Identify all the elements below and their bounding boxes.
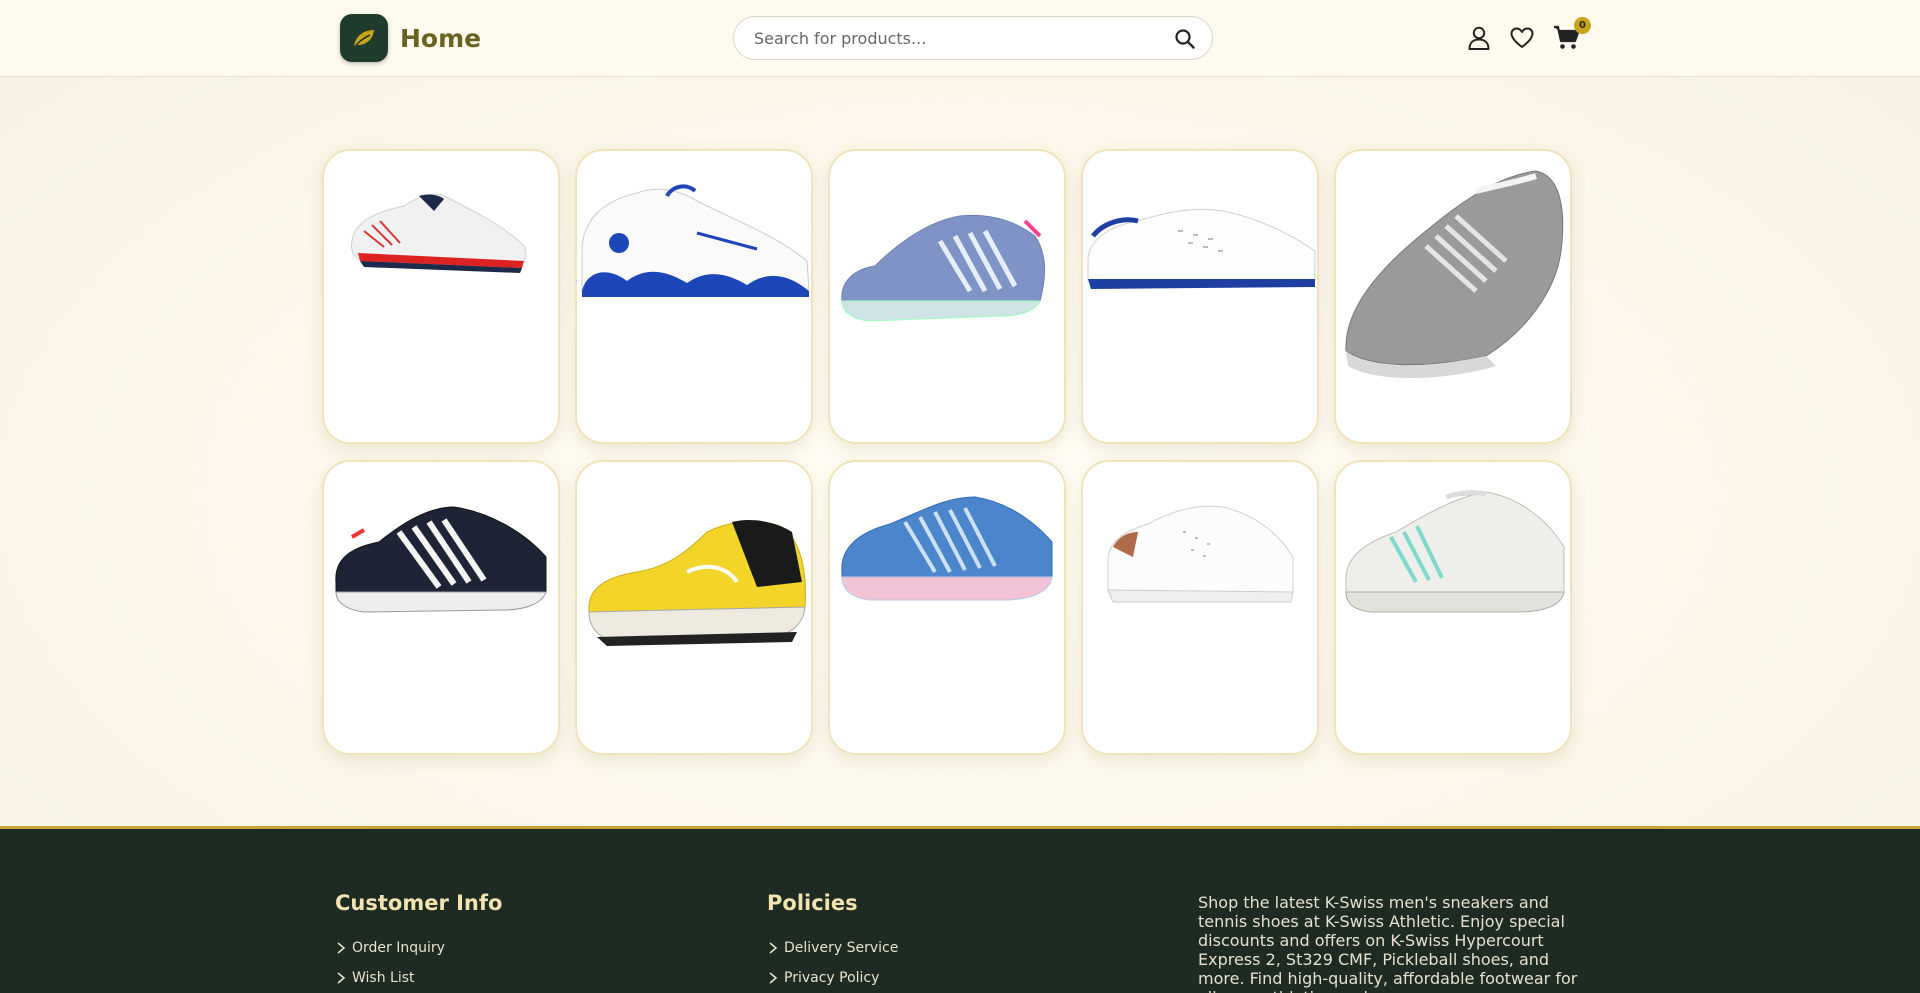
link-label: Privacy Policy	[784, 970, 880, 986]
chevron-right-icon	[337, 942, 346, 954]
customer-info-heading: Customer Info	[335, 891, 503, 915]
product-card[interactable]	[575, 149, 813, 444]
home-logo-link[interactable]: Home	[340, 14, 481, 62]
product-card[interactable]	[1334, 460, 1572, 755]
product-image	[841, 496, 1053, 601]
heart-icon[interactable]	[1509, 25, 1535, 51]
product-card[interactable]	[1334, 149, 1572, 444]
chevron-right-icon	[769, 972, 778, 984]
chevron-right-icon	[337, 972, 346, 984]
product-image	[351, 193, 527, 273]
product-card[interactable]	[828, 149, 1066, 444]
page-title: Home	[400, 23, 482, 53]
product-card[interactable]	[1081, 460, 1319, 755]
order-inquiry-link[interactable]: Order Inquiry	[335, 940, 445, 956]
link-label: Order Inquiry	[352, 940, 445, 956]
search-icon[interactable]	[1174, 28, 1196, 50]
product-image	[588, 520, 806, 646]
user-icon[interactable]	[1466, 25, 1492, 51]
link-label: Wish List	[352, 970, 415, 986]
product-image	[1107, 505, 1294, 603]
leaf-icon	[340, 14, 388, 62]
product-image	[1345, 490, 1565, 613]
product-card[interactable]	[322, 149, 560, 444]
product-image	[841, 214, 1045, 322]
search-bar	[733, 16, 1213, 60]
product-card[interactable]	[1081, 149, 1319, 444]
site-footer: Customer Info Order Inquiry Wish List Po…	[0, 826, 1920, 993]
product-card[interactable]	[828, 460, 1066, 755]
product-image	[1087, 208, 1316, 289]
policies-heading: Policies	[767, 891, 858, 915]
search-input[interactable]	[754, 17, 1154, 59]
delivery-service-link[interactable]: Delivery Service	[767, 940, 898, 956]
footer-description: Shop the latest K-Swiss men's sneakers a…	[1198, 893, 1578, 993]
site-header: Home 0	[0, 0, 1920, 77]
product-image	[335, 506, 547, 613]
chevron-right-icon	[769, 942, 778, 954]
product-image	[581, 184, 810, 297]
product-card[interactable]	[322, 460, 560, 755]
link-label: Delivery Service	[784, 940, 899, 956]
cart-count-badge: 0	[1574, 17, 1591, 34]
product-image	[1345, 170, 1564, 379]
privacy-policy-link[interactable]: Privacy Policy	[767, 970, 879, 986]
wish-list-link[interactable]: Wish List	[335, 970, 415, 986]
product-card[interactable]	[575, 460, 813, 755]
